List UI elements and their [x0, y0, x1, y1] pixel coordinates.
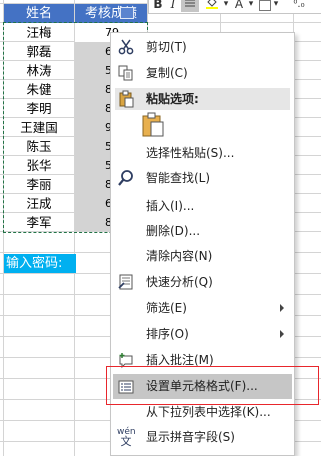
menu-item-label: 排序(O) — [146, 327, 189, 341]
submenu-arrow-icon — [280, 304, 284, 312]
menu-item-delete[interactable]: 删除(D)... — [111, 220, 294, 242]
menu-item-label: 复制(C) — [146, 66, 188, 80]
menu-item-label: 选择性粘贴(S)... — [146, 146, 235, 160]
chevron-down-icon[interactable]: ▾ — [247, 0, 255, 12]
menu-item-phonetic[interactable]: wén 文 显示拼音字段(S) — [111, 426, 294, 448]
clipboard-icon — [119, 90, 134, 108]
border-button[interactable] — [259, 0, 271, 11]
font-color-button[interactable]: A — [232, 0, 246, 12]
menu-item-insert[interactable]: 插入(I)... — [111, 195, 294, 217]
menu-item-label: 剪切(T) — [146, 40, 187, 54]
paste-options-heading: 粘贴选项: — [115, 88, 290, 110]
search-icon — [118, 170, 133, 186]
name-cell[interactable]: 汪梅 — [4, 23, 74, 42]
chevron-down-icon[interactable]: ▾ — [272, 0, 280, 12]
paste-options-label: 粘贴选项: — [146, 92, 199, 106]
menu-item-smart-lookup[interactable]: 智能查找(L) — [111, 167, 294, 189]
name-cell[interactable]: 汪成 — [4, 194, 74, 213]
italic-button[interactable]: I — [166, 0, 180, 12]
submenu-arrow-icon — [280, 330, 284, 338]
copy-marquee — [3, 22, 4, 233]
copy-icon — [118, 65, 133, 81]
menu-item-clear-contents[interactable]: 清除内容(N) — [111, 245, 294, 267]
menu-item-paste-special[interactable]: 选择性粘贴(S)... — [111, 142, 294, 164]
header-cell-score[interactable]: 考核成绩 — [75, 4, 147, 23]
copy-marquee — [3, 22, 148, 23]
align-button[interactable] — [181, 0, 199, 12]
name-cell[interactable]: 王建国 — [4, 118, 74, 137]
name-cell[interactable]: 朱健 — [4, 80, 74, 99]
name-cell[interactable]: 林涛 — [4, 61, 74, 80]
filter-dropdown-icon[interactable] — [120, 7, 134, 19]
password-label-cell[interactable]: 输入密码: — [4, 254, 76, 273]
mini-toolbar: B I ▾ A ▾ ▾ ⁰.₀ — [148, 0, 321, 14]
header-cell-name[interactable]: 姓名 — [4, 4, 74, 23]
menu-item-label: 筛选(E) — [146, 301, 187, 315]
menu-item-label: 显示拼音字段(S) — [146, 430, 235, 444]
name-cell[interactable]: 李丽 — [4, 175, 74, 194]
align-icon — [185, 0, 195, 7]
menu-item-label: 删除(D)... — [146, 224, 201, 238]
name-cell[interactable]: 李明 — [4, 99, 74, 118]
menu-item-label: 插入(I)... — [146, 199, 195, 213]
name-cell[interactable]: 李军 — [4, 213, 74, 232]
menu-item-filter[interactable]: 筛选(E) — [111, 297, 294, 319]
fill-color-button[interactable] — [203, 0, 221, 12]
menu-item-label: 清除内容(N) — [146, 249, 213, 263]
paste-button[interactable] — [141, 112, 167, 138]
name-cell[interactable]: 张华 — [4, 156, 74, 175]
chevron-down-icon[interactable]: ▾ — [222, 0, 230, 12]
bold-button[interactable]: B — [151, 0, 165, 12]
menu-item-copy[interactable]: 复制(C) — [111, 62, 294, 84]
menu-item-label: 快速分析(Q) — [146, 275, 213, 289]
phonetic-icon: wén 文 — [117, 427, 136, 448]
menu-item-label: 从下拉列表中选择(K)... — [146, 405, 271, 419]
menu-item-label: 智能查找(L) — [146, 171, 211, 185]
decimal-button[interactable]: ⁰.₀ — [286, 0, 312, 12]
scissors-icon — [118, 39, 134, 55]
quick-analysis-icon — [118, 274, 133, 290]
name-cell[interactable]: 郭磊 — [4, 42, 74, 61]
menu-item-sort[interactable]: 排序(O) — [111, 323, 294, 345]
paste-clipboard-icon — [142, 112, 164, 137]
menu-item-quick-analysis[interactable]: 快速分析(Q) — [111, 271, 294, 293]
paint-bucket-icon — [206, 0, 218, 9]
menu-item-cut[interactable]: 剪切(T) — [111, 36, 294, 58]
name-cell[interactable]: 陈玉 — [4, 137, 74, 156]
highlight-annotation-box — [106, 366, 319, 405]
